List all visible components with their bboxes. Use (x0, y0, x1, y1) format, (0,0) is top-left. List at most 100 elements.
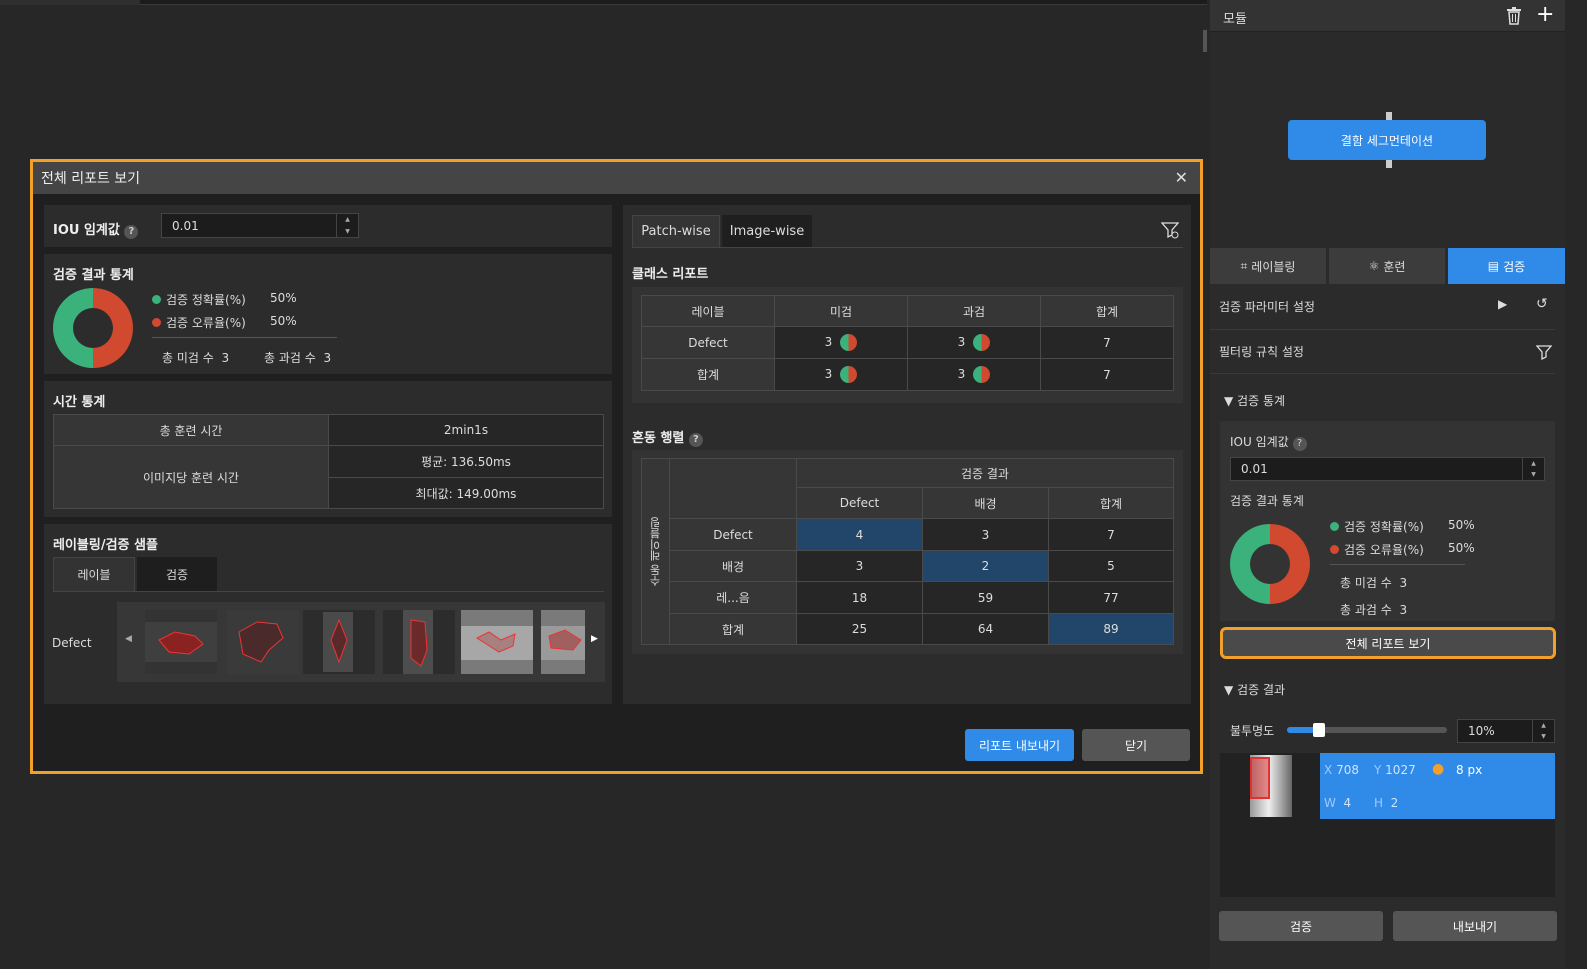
tab-validation[interactable]: ▤ 검증 (1448, 248, 1565, 284)
result-item[interactable]: X 708 Y 1027 ● 8 px W 4 H 2 (1220, 753, 1555, 819)
dialog-iou-input[interactable]: 0.01 ▲ ▼ (161, 213, 359, 238)
help-icon[interactable]: ? (1292, 437, 1307, 451)
iou-input[interactable]: 0.01 ▲ ▼ (1230, 457, 1545, 481)
class-miss-value: 3 (824, 367, 833, 381)
divider (152, 337, 337, 338)
confusion-row-title: 수동 레이블링 (648, 516, 662, 587)
dim-w-label: W (1324, 796, 1336, 810)
class-total-cell: 7 (1040, 326, 1174, 359)
dialog-over-label: 총 과검 수 (264, 351, 316, 365)
class-report-panel: 레이블 미검 과검 합계 Defect 3 3 7 합계 3 3 7 (632, 287, 1183, 403)
module-node[interactable]: 결함 세그먼테이션 (1288, 120, 1486, 160)
mini-pie-icon (973, 366, 991, 383)
error-legend: 검증 오류율(%) 50% (1330, 541, 1475, 558)
tab-validation-samples[interactable]: 검증 (137, 557, 217, 591)
module-canvas: 결함 세그먼테이션 (1210, 32, 1565, 247)
class-report-title: 클래스 리포트 (632, 267, 709, 282)
confusion-cell: 7 (1048, 518, 1174, 551)
avg-value: 평균: 136.50ms (328, 445, 604, 478)
iou-label-row: IOU 임계값 ? (1230, 433, 1307, 451)
confusion-title: 혼동 행렬 ? (632, 427, 703, 447)
sample-thumb[interactable] (303, 610, 375, 674)
export-button[interactable]: 내보내기 (1393, 911, 1557, 941)
class-cell: 3 (774, 326, 908, 359)
confusion-panel: 수동 레이블링 검증 결과 Defect 배경 합계 Defect 4 3 7 (632, 450, 1183, 654)
confusion-cell: 2 (922, 550, 1049, 582)
arrow-right-icon[interactable]: ▶ (591, 634, 598, 644)
filter-icon[interactable] (1536, 344, 1552, 360)
confusion-cell: 64 (922, 613, 1049, 645)
slider-handle[interactable] (1313, 723, 1325, 737)
result-detail: X 708 Y 1027 ● 8 px W 4 H 2 (1320, 753, 1555, 819)
result-thumbnail (1250, 755, 1292, 817)
help-icon[interactable]: ? (688, 433, 703, 447)
confusion-cell: 3 (796, 550, 923, 582)
filter-icon[interactable] (1161, 221, 1179, 239)
tab-image-wise[interactable]: Image-wise (722, 215, 812, 247)
time-stats-title: 시간 통계 (53, 395, 106, 410)
tab-patch-wise[interactable]: Patch-wise (632, 215, 720, 247)
max-value: 최대값: 149.00ms (328, 477, 604, 509)
dim-h-label: H (1374, 796, 1384, 810)
param-setting-label: 검증 파라미터 설정 (1219, 300, 1315, 314)
results-section-label: 검증 결과 (1237, 683, 1286, 697)
labeling-icon: ⌗ (1240, 258, 1248, 273)
coord-y: Y 1027 (1374, 763, 1416, 777)
sample-thumb[interactable] (461, 610, 533, 674)
tab-training[interactable]: ⚛ 훈련 (1329, 248, 1445, 284)
class-header-cell: 미검 (774, 295, 908, 327)
dialog-iou-stepper[interactable]: ▲ ▼ (336, 214, 358, 237)
confusion-row-label: 배경 (669, 550, 797, 582)
dialog-miss-value: 3 (221, 351, 230, 365)
validation-icon: ▤ (1487, 259, 1500, 273)
confusion-cell: 4 (796, 518, 923, 551)
divider (1330, 564, 1465, 565)
confusion-corner (669, 487, 797, 519)
size-value: 8 px (1456, 763, 1483, 777)
confusion-cell: 25 (796, 613, 923, 645)
results-section-header[interactable]: ▼ 검증 결과 (1224, 681, 1285, 698)
sample-thumb[interactable] (227, 610, 299, 674)
opacity-input[interactable]: 10% ▲ ▼ (1457, 719, 1555, 743)
table-row: 합계 3 3 7 (641, 358, 1174, 391)
play-icon[interactable]: ▶ (1498, 297, 1507, 311)
help-icon[interactable]: ? (124, 225, 139, 239)
iou-stepper[interactable]: ▲ ▼ (1522, 458, 1544, 480)
validate-button[interactable]: 검증 (1219, 911, 1383, 941)
caret-down-icon: ▼ (1224, 683, 1238, 697)
export-report-button[interactable]: 리포트 내보내기 (965, 729, 1074, 761)
table-row: 레...음 18 59 77 (642, 581, 1174, 614)
class-total-cell: 7 (1040, 358, 1174, 391)
tab-label-samples[interactable]: 레이블 (53, 557, 135, 591)
history-icon[interactable]: ↺ (1536, 296, 1548, 312)
scrollbar[interactable] (1203, 30, 1207, 52)
opacity-stepper[interactable]: ▲ ▼ (1532, 720, 1554, 742)
sample-row-label: Defect (52, 636, 92, 650)
arrow-left-icon[interactable]: ◀ (125, 634, 132, 644)
tab-labeling[interactable]: ⌗ 레이블링 (1210, 248, 1326, 284)
coord-x-value: 708 (1336, 763, 1359, 777)
trash-icon[interactable] (1506, 7, 1522, 25)
sample-thumb[interactable] (541, 610, 585, 674)
filter-setting-row[interactable]: 필터링 규칙 설정 (1210, 330, 1555, 374)
full-report-button[interactable]: 전체 리포트 보기 (1220, 627, 1556, 659)
accuracy-legend: 검증 정확률(%) 50% (1330, 518, 1475, 535)
class-cell: 3 (774, 358, 908, 391)
dialog-miss-count: 총 미검 수 3 (162, 349, 229, 366)
stats-section-header[interactable]: ▼ 검증 통계 (1224, 392, 1285, 409)
class-cell: 3 (907, 358, 1041, 391)
coord-x: X 708 (1324, 763, 1359, 777)
report-card: Patch-wise Image-wise 클래스 리포트 레이블 미검 과검 … (623, 205, 1191, 704)
param-setting-row[interactable]: 검증 파라미터 설정 ▶ ↺ (1210, 284, 1555, 330)
close-icon[interactable]: ✕ (1175, 168, 1188, 187)
iou-card: IOU 임계값 ? 0.01 ▲ ▼ (44, 205, 612, 247)
tab-training-label: 훈련 (1383, 259, 1406, 274)
close-button[interactable]: 닫기 (1082, 729, 1190, 761)
opacity-slider[interactable] (1287, 723, 1447, 737)
add-icon[interactable]: + (1536, 4, 1554, 26)
confusion-cell: 89 (1048, 613, 1174, 645)
full-report-dialog: 전체 리포트 보기 ✕ IOU 임계값 ? 0.01 ▲ ▼ 검증 결과 통계 검증… (30, 159, 1203, 774)
sample-thumb[interactable] (145, 610, 217, 674)
coord-y-label: Y (1374, 763, 1382, 777)
sample-thumb[interactable] (383, 610, 455, 674)
